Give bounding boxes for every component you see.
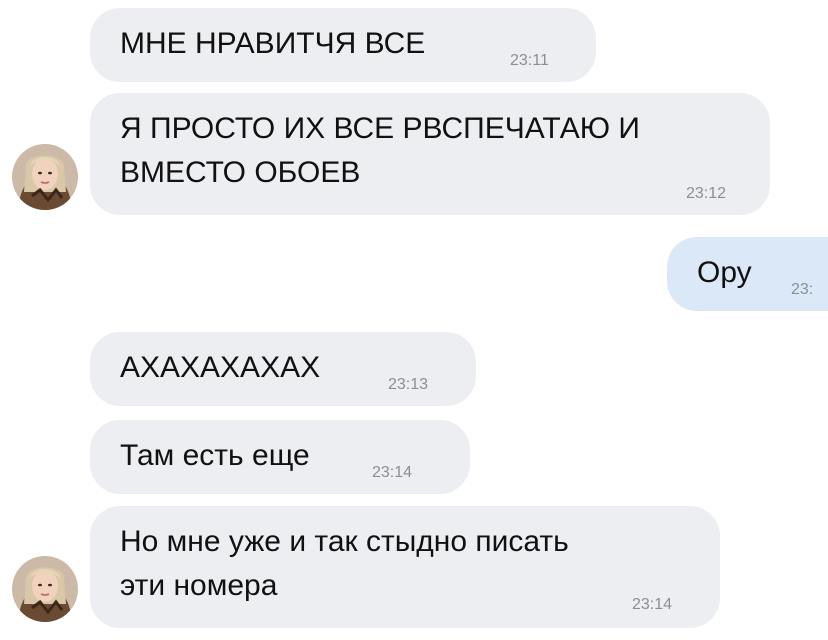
chat-screen: { "messages": [ {"text": "МНЕ НРАВИТЧЯ В… bbox=[0, 0, 828, 640]
message-timestamp: 23: bbox=[791, 281, 814, 298]
message-timestamp: 23:12 bbox=[686, 185, 727, 202]
message-text: Там есть еще bbox=[120, 439, 310, 472]
message-bubble-incoming[interactable]: Там есть еще 23:14 bbox=[90, 420, 470, 494]
message-text: АХАХАХАХАХ bbox=[120, 351, 321, 384]
message-bubble-incoming[interactable]: Но мне уже и так стыдно писать эти номер… bbox=[90, 506, 720, 628]
message-bubble-outgoing[interactable]: Ору 23: bbox=[667, 237, 828, 311]
contact-avatar-icon[interactable] bbox=[12, 556, 78, 622]
message-bubble-incoming[interactable]: АХАХАХАХАХ 23:13 bbox=[90, 332, 476, 406]
message-text: Но мне уже и так стыдно писать эти номер… bbox=[120, 525, 569, 602]
message-text: МНЕ НРАВИТЧЯ ВСЕ bbox=[120, 27, 426, 60]
message-text: Ору bbox=[697, 256, 752, 289]
message-timestamp: 23:13 bbox=[388, 376, 429, 393]
message-timestamp: 23:14 bbox=[632, 596, 673, 613]
message-bubble-incoming[interactable]: Я ПРОСТО ИХ ВСЕ РВСПЕЧАТАЮ И ВМЕСТО ОБОЕ… bbox=[90, 93, 770, 215]
contact-avatar-icon[interactable] bbox=[12, 144, 78, 210]
message-timestamp: 23:14 bbox=[372, 464, 413, 481]
message-text: Я ПРОСТО ИХ ВСЕ РВСПЕЧАТАЮ И ВМЕСТО ОБОЕ… bbox=[120, 112, 640, 189]
message-timestamp: 23:11 bbox=[510, 52, 549, 69]
message-bubble-incoming[interactable]: МНЕ НРАВИТЧЯ ВСЕ 23:11 bbox=[90, 8, 596, 82]
